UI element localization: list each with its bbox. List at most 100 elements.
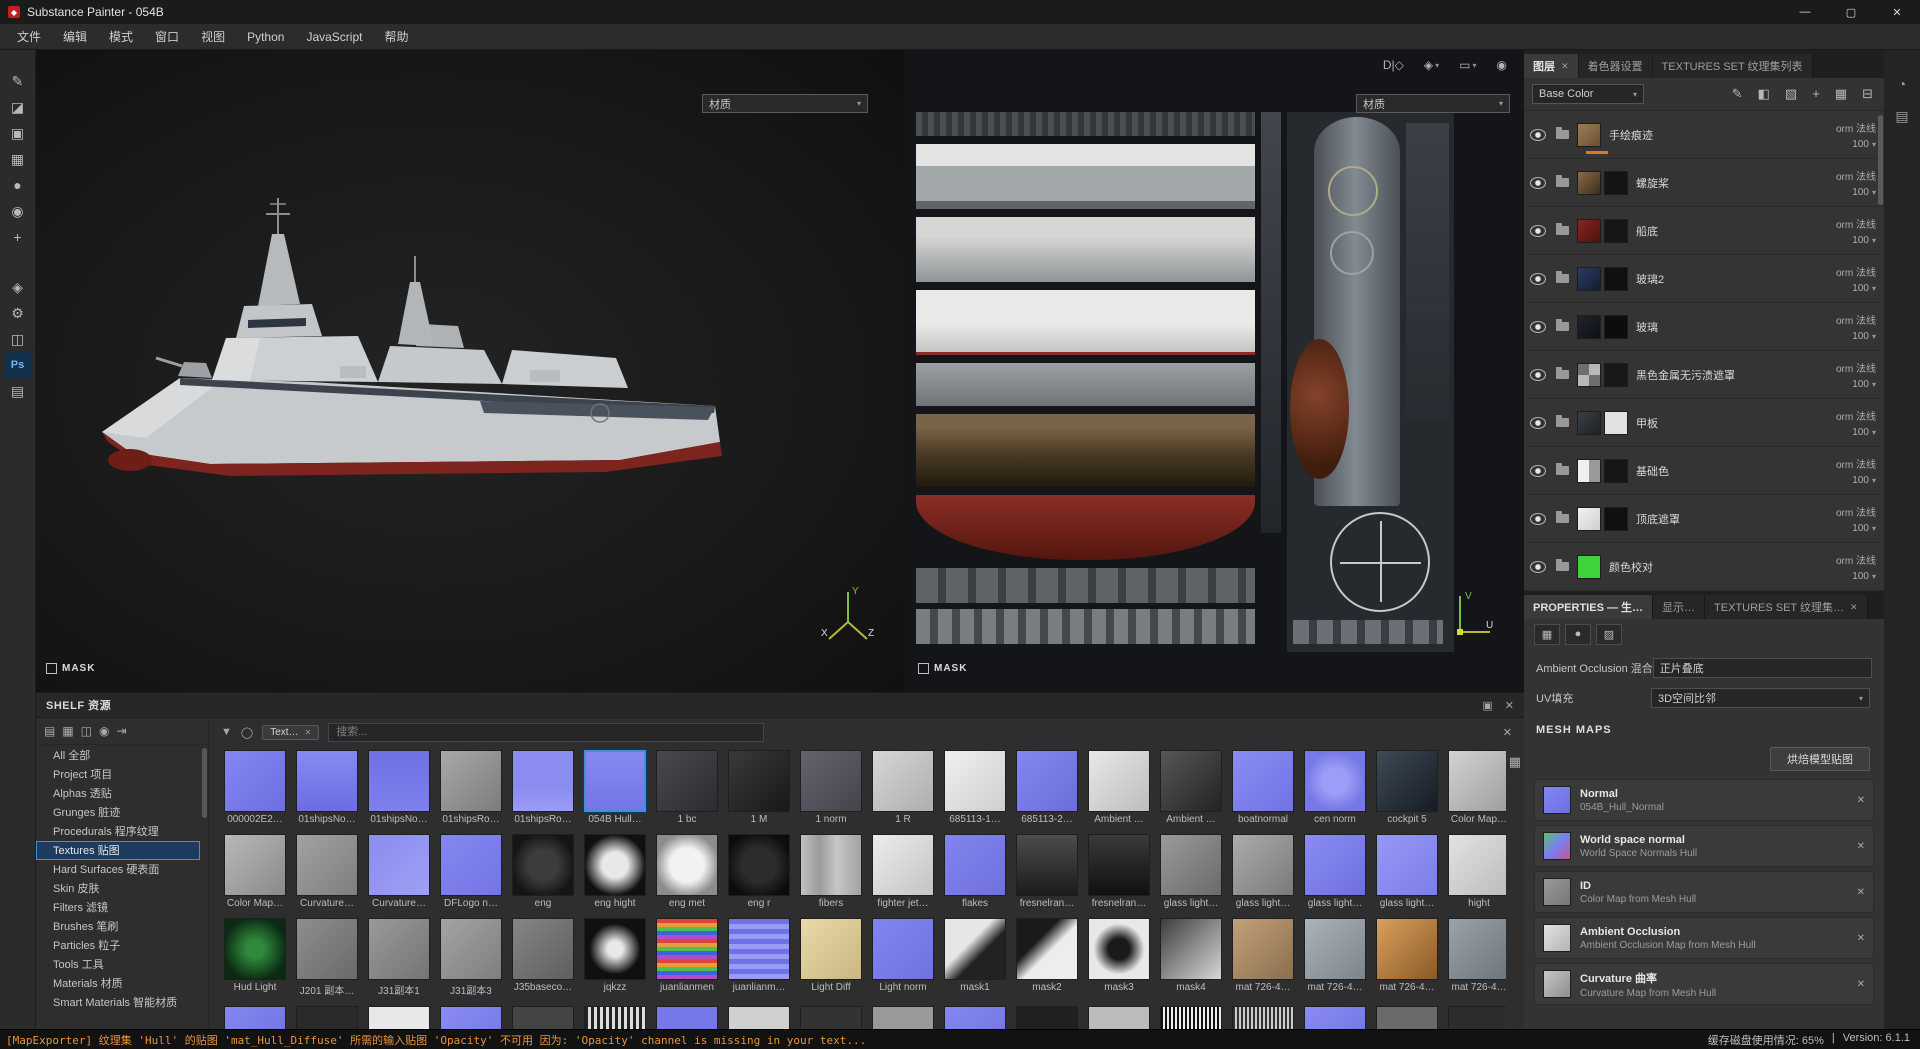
visibility-eye-icon[interactable] [1530,464,1546,477]
visibility-eye-icon[interactable] [1530,368,1546,381]
shelf-item-thumbnail[interactable] [872,918,934,980]
shelf-item-thumbnail[interactable] [296,750,358,812]
property-dropdown[interactable]: 正片叠底 [1652,658,1872,678]
shelf-category[interactable]: Grunges 脏迹 [36,803,200,822]
shelf-item-thumbnail[interactable] [224,1006,286,1030]
shelf-item-thumbnail[interactable] [1448,918,1506,980]
shelf-item-thumbnail[interactable] [1232,1006,1294,1030]
shelf-item-thumbnail[interactable] [440,750,502,812]
layer-opacity[interactable]: 100 ▾ [1852,571,1876,582]
shelf-item-thumbnail[interactable] [296,1006,358,1030]
shelf-item[interactable]: 000002E2… [221,750,289,825]
visibility-eye-icon[interactable] [1530,224,1546,237]
shelf-item[interactable] [437,1006,505,1030]
shelf-item-thumbnail[interactable] [584,834,646,896]
mesh-map-row[interactable]: Normal 054B_Hull_Normal ✕ [1534,779,1874,821]
shelf-item-thumbnail[interactable] [1088,1006,1150,1030]
shelf-category[interactable]: Procedurals 程序纹理 [36,822,200,841]
shelf-item[interactable] [1445,1006,1506,1030]
remove-mesh-map-icon[interactable]: ✕ [1857,979,1865,990]
shelf-item-thumbnail[interactable] [224,750,286,812]
shelf-item-thumbnail[interactable] [944,1006,1006,1030]
visibility-eye-icon[interactable] [1530,272,1546,285]
properties-tab[interactable]: 显示… [1653,595,1706,619]
layer-blend-mode[interactable]: orm 法线 [1836,264,1876,279]
layer-row[interactable]: 玻璃 orm 法线 100 ▾ [1524,303,1884,351]
layer-row[interactable]: 螺旋桨 orm 法线 100 ▾ [1524,159,1884,207]
shelf-item[interactable]: mask1 [941,918,1009,997]
shelf-item-thumbnail[interactable] [872,750,934,812]
layer-mask-thumbnail[interactable] [1604,506,1628,531]
layer-thumbnail[interactable] [1577,266,1601,291]
shelf-item[interactable]: Light norm [869,918,937,997]
shelf-item[interactable]: glass light… [1373,834,1441,909]
layer-mask-thumbnail[interactable] [1604,458,1628,483]
mesh-map-row[interactable]: Curvature 曲率 Curvature Map from Mesh Hull… [1534,963,1874,1005]
shelf-category[interactable]: Textures 贴图 [36,841,200,860]
shelf-item-thumbnail[interactable] [440,918,502,980]
bake-mesh-maps-button[interactable]: 烘焙模型贴图 [1770,747,1870,771]
layer-opacity[interactable]: 100 ▾ [1852,235,1876,246]
shelf-item-thumbnail[interactable] [440,1006,502,1030]
shelf-category[interactable]: Tools 工具 [36,955,200,974]
shelf-item-thumbnail[interactable] [1376,750,1438,812]
visibility-eye-icon[interactable] [1530,128,1546,141]
visibility-eye-icon[interactable] [1530,320,1546,333]
shelf-item[interactable]: 685113-1… [941,750,1009,825]
shelf-item-thumbnail[interactable] [728,918,790,980]
shelf-item[interactable]: Hud Light [221,918,289,997]
mesh-map-row[interactable]: ID Color Map from Mesh Hull ✕ [1534,871,1874,913]
menu-item[interactable]: 视图 [190,24,236,50]
shelf-item[interactable]: juanlianm… [725,918,793,997]
shelf-item[interactable]: juanlianmen [653,918,721,997]
shelf-item[interactable] [869,1006,937,1030]
search-input[interactable] [328,722,765,742]
layer-thumbnail[interactable] [1577,410,1601,435]
shelf-item-thumbnail[interactable] [512,750,574,812]
layer-row[interactable]: 玻璃2 orm 法线 100 ▾ [1524,255,1884,303]
shelf-item[interactable]: J31副本3 [437,918,505,997]
shelf-item[interactable]: cockpit 5 [1373,750,1441,825]
layer-row[interactable]: 颜色校对 orm 法线 100 ▾ [1524,543,1884,591]
shelf-item[interactable]: Curvature… [293,834,361,909]
effects-tool[interactable]: ◈ [5,274,31,300]
dock-tab[interactable]: 图层 ✕ [1524,54,1579,78]
material-selector-2d[interactable]: 材质 ▾ [1356,94,1510,113]
display-settings-dropdown[interactable]: ▭ ▾ [1454,53,1481,77]
shelf-item[interactable]: mask4 [1157,918,1225,997]
minimize-button[interactable]: — [1782,0,1828,24]
shelf-item-thumbnail[interactable] [584,750,646,812]
close-tab-icon[interactable]: ✕ [1561,61,1569,72]
layer-blend-mode[interactable]: orm 法线 [1836,312,1876,327]
add-paint-effect-icon[interactable]: ✎ [1729,85,1746,103]
shelf-item-thumbnail[interactable] [656,750,718,812]
baking-tool[interactable]: ◫ [5,326,31,352]
shelf-item-thumbnail[interactable] [368,834,430,896]
layer-opacity[interactable]: 100 ▾ [1852,187,1876,198]
layer-thumbnail[interactable] [1577,458,1601,483]
layer-blend-mode[interactable]: orm 法线 [1836,552,1876,567]
layer-opacity[interactable]: 100 ▾ [1852,475,1876,486]
shelf-item-thumbnail[interactable] [872,834,934,896]
polygon-fill-tool[interactable]: ▦ [5,146,31,172]
menu-item[interactable]: 窗口 [144,24,190,50]
folder-icon[interactable]: ▤ [44,724,55,738]
link-icon[interactable]: ◫ [81,724,92,738]
shelf-item[interactable]: 054B Hull… [581,750,649,825]
shelf-item[interactable]: fresnelran… [1013,834,1081,909]
menu-item[interactable]: JavaScript [295,24,373,50]
shelf-item[interactable]: mask3 [1085,918,1153,997]
shelf-item[interactable] [1013,1006,1081,1030]
add-levels-effect-icon[interactable]: ▧ [1782,85,1800,103]
shelf-item[interactable]: eng met [653,834,721,909]
shelf-category[interactable]: Materials 材质 [36,974,200,993]
shelf-category[interactable]: Hard Surfaces 硬表面 [36,860,200,879]
uv-atlas[interactable] [916,112,1454,652]
layer-blend-mode[interactable]: orm 法线 [1836,216,1876,231]
shelf-item-thumbnail[interactable] [1016,1006,1078,1030]
layer-opacity[interactable]: 100 ▾ [1852,379,1876,390]
shelf-category[interactable]: Smart Materials 智能材质 [36,993,200,1012]
layer-opacity[interactable]: 100 ▾ [1852,331,1876,342]
shelf-item-thumbnail[interactable] [800,1006,862,1030]
visibility-eye-icon[interactable] [1530,512,1546,525]
